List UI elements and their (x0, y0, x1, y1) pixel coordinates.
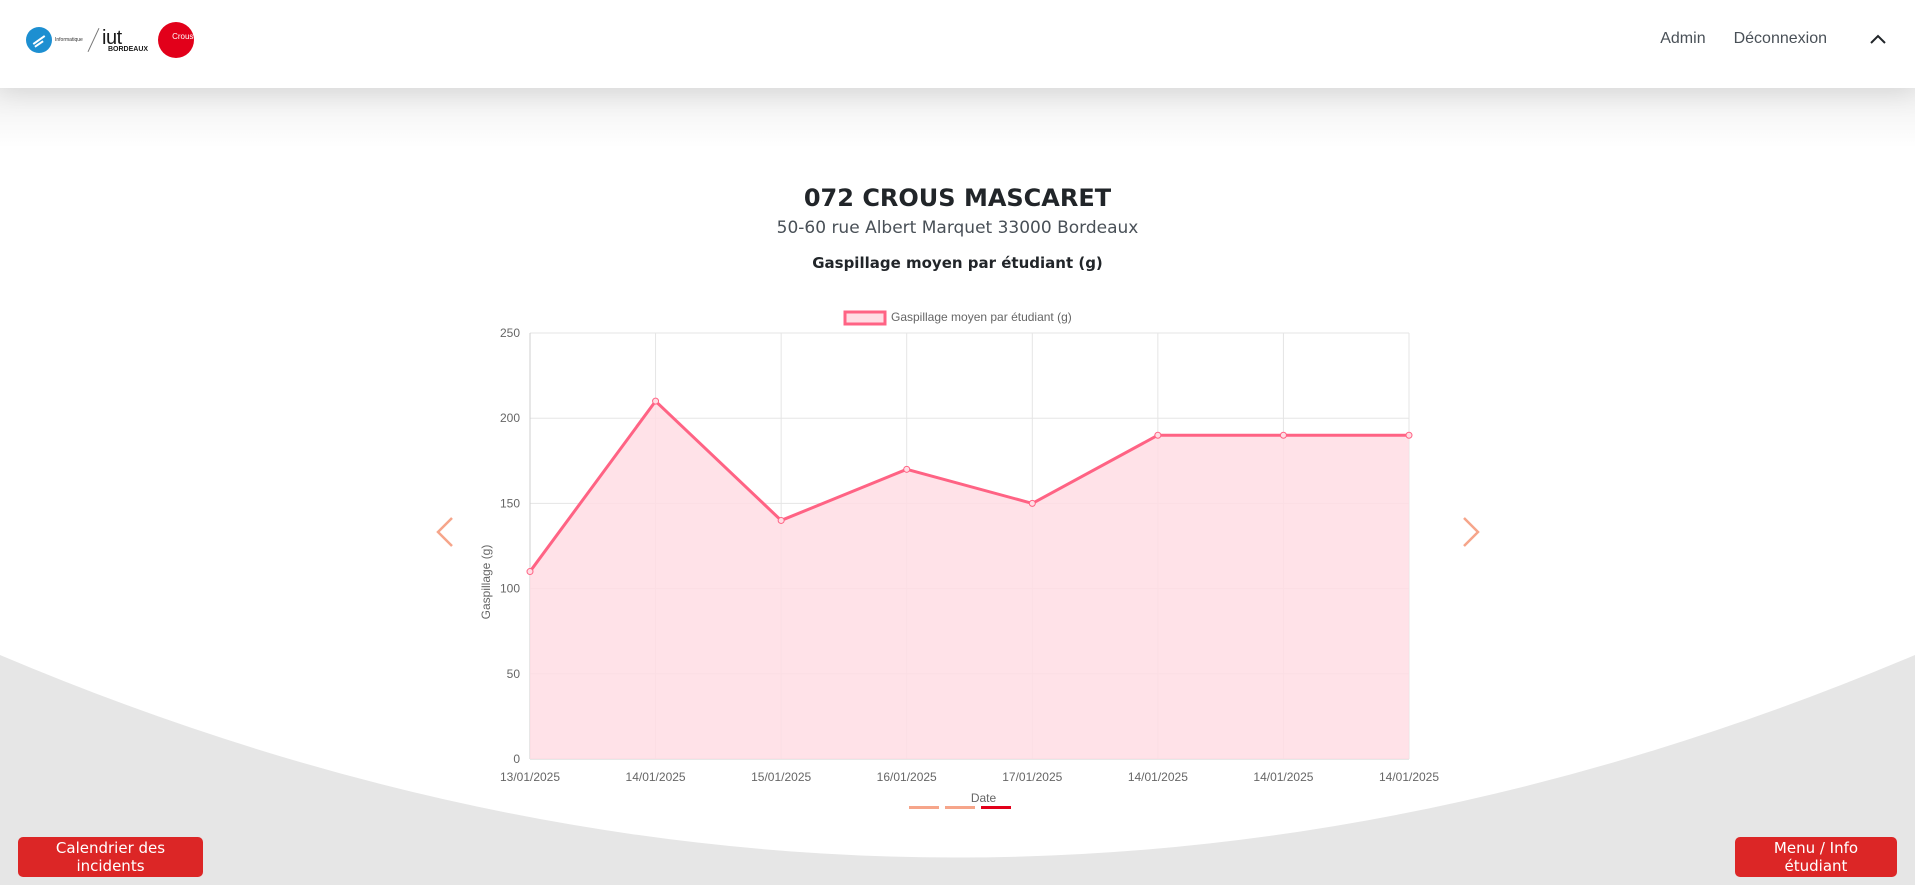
restaurant-address: 50-60 rue Albert Marquet 33000 Bordeaux (776, 218, 1139, 238)
nav-links: Admin Déconnexion (1632, 28, 1889, 50)
iut-logo-text: iut (102, 26, 122, 49)
logo-group[interactable]: Informatique iut BORDEAUX Crous (26, 20, 195, 60)
informatique-logo-icon (26, 27, 52, 53)
restaurant-header: 072 CROUS MASCARET 50-60 rue Albert Marq… (0, 184, 1915, 272)
incident-calendar-button[interactable]: Calendrier des incidents (18, 837, 203, 877)
chart-heading: Gaspillage moyen par étudiant (g) (812, 254, 1103, 272)
carousel-indicator[interactable] (945, 806, 975, 809)
bordeaux-logo-text: BORDEAUX (108, 45, 149, 53)
carousel-indicators (906, 806, 1014, 809)
page: Informatique iut BORDEAUX Crous Admin Dé… (0, 0, 1915, 885)
crous-logo-text: Crous (172, 32, 194, 41)
iut-bordeaux-logo: iut BORDEAUX (102, 28, 148, 53)
restaurant-name: 072 CROUS MASCARET (803, 184, 1112, 212)
crous-logo: Crous (158, 22, 195, 58)
informatique-logo-text: Informatique (55, 37, 83, 43)
chevron-left-icon[interactable] (428, 514, 464, 550)
nav-link-admin[interactable]: Admin (1660, 30, 1705, 48)
navbar: Informatique iut BORDEAUX Crous Admin Dé… (0, 0, 1915, 88)
nav-link-logout[interactable]: Déconnexion (1734, 30, 1827, 48)
chevron-up-icon[interactable] (1867, 28, 1889, 50)
carousel-indicator[interactable] (981, 806, 1011, 809)
carousel-indicator[interactable] (909, 806, 939, 809)
chevron-right-icon[interactable] (1452, 514, 1488, 550)
student-menu-info-button[interactable]: Menu / Info étudiant (1735, 837, 1897, 877)
navbar-shadow (0, 88, 1915, 148)
